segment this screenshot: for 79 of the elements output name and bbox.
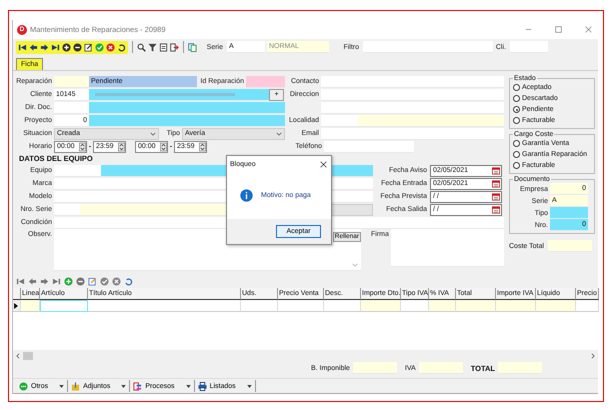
first-record-icon[interactable] — [16, 276, 25, 286]
radio-button[interactable] — [513, 95, 520, 102]
scroll-thumb[interactable] — [23, 352, 33, 360]
process-icon — [133, 382, 142, 390]
address-line-field[interactable] — [321, 102, 504, 114]
printer-icon — [198, 382, 207, 390]
minimize-icon[interactable] — [525, 26, 532, 33]
table-cell[interactable] — [536, 300, 576, 312]
radio-button[interactable] — [513, 151, 520, 158]
table-cell[interactable] — [278, 300, 324, 312]
more-icon — [19, 382, 28, 390]
spinner-arrows-icon — [79, 142, 86, 152]
first-record-icon[interactable] — [18, 42, 27, 52]
spinner-arrows-icon — [160, 142, 167, 152]
document-icon[interactable] — [159, 42, 168, 52]
calendar-icon[interactable] — [492, 166, 500, 174]
radio-button[interactable] — [513, 117, 520, 124]
doc-address-code-field[interactable] — [54, 102, 89, 114]
next-icon[interactable] — [40, 42, 49, 52]
table-cell[interactable] — [576, 300, 599, 312]
last-record-icon[interactable] — [52, 276, 61, 286]
chevron-down-icon — [150, 132, 156, 136]
info-icon — [240, 189, 253, 202]
caret-icon — [186, 384, 191, 388]
edit-icon[interactable] — [84, 42, 93, 52]
code-field[interactable] — [54, 164, 101, 176]
scroll-right-icon[interactable] — [591, 352, 595, 358]
spinner-arrows-icon — [199, 142, 206, 152]
paperclip-icon — [71, 382, 80, 390]
table-cell[interactable] — [401, 300, 429, 312]
table-cell[interactable] — [361, 300, 401, 312]
check-icon[interactable] — [95, 42, 104, 52]
code-field[interactable] — [54, 204, 80, 216]
email-field[interactable] — [321, 128, 504, 140]
cancel-icon[interactable] — [106, 42, 115, 52]
previous-icon[interactable] — [28, 276, 37, 286]
close-icon[interactable] — [320, 160, 327, 168]
chevron-down-icon — [352, 263, 358, 267]
maximize-icon[interactable] — [555, 26, 562, 33]
next-icon[interactable] — [40, 276, 49, 286]
search-icon[interactable] — [137, 42, 146, 52]
radio-button[interactable] — [513, 106, 520, 113]
horizontal-scrollbar[interactable] — [13, 350, 598, 361]
caret-icon — [246, 384, 252, 388]
row-indicator-cell[interactable] — [13, 300, 21, 312]
minus-icon[interactable] — [73, 42, 82, 52]
chevron-down-icon — [276, 132, 282, 136]
table-cell[interactable] — [241, 300, 278, 312]
table-cell[interactable] — [88, 300, 241, 312]
undo-icon[interactable] — [117, 42, 126, 52]
caret-icon — [59, 384, 64, 388]
calendar-icon[interactable] — [492, 192, 500, 200]
repair-number-field — [54, 76, 89, 88]
copy-icon[interactable] — [188, 42, 197, 52]
spinner-arrows-icon — [118, 142, 125, 152]
radio-button[interactable] — [513, 140, 520, 147]
phone-field[interactable] — [324, 140, 414, 152]
table-cell[interactable] — [40, 300, 88, 312]
scroll-left-icon[interactable] — [16, 352, 20, 358]
cancel-icon[interactable] — [112, 276, 121, 286]
table-cell[interactable] — [324, 300, 361, 312]
add-icon[interactable] — [62, 42, 71, 52]
last-record-icon[interactable] — [51, 42, 60, 52]
caret-icon — [121, 384, 126, 388]
radio-button[interactable] — [513, 84, 520, 91]
table-cell[interactable] — [21, 300, 40, 312]
document-field — [550, 207, 588, 219]
filter-icon[interactable] — [148, 42, 157, 52]
exit-icon[interactable] — [170, 42, 179, 52]
calendar-icon[interactable] — [492, 180, 500, 188]
postal-code-field[interactable] — [321, 114, 358, 126]
radio-button[interactable] — [513, 162, 520, 169]
check-icon[interactable] — [100, 276, 109, 286]
table-cell[interactable] — [429, 300, 456, 312]
table-cell[interactable] — [496, 300, 536, 312]
previous-icon[interactable] — [29, 42, 38, 52]
calendar-icon[interactable] — [492, 206, 500, 214]
table-cell[interactable] — [456, 300, 496, 312]
current-row-icon — [14, 302, 18, 308]
